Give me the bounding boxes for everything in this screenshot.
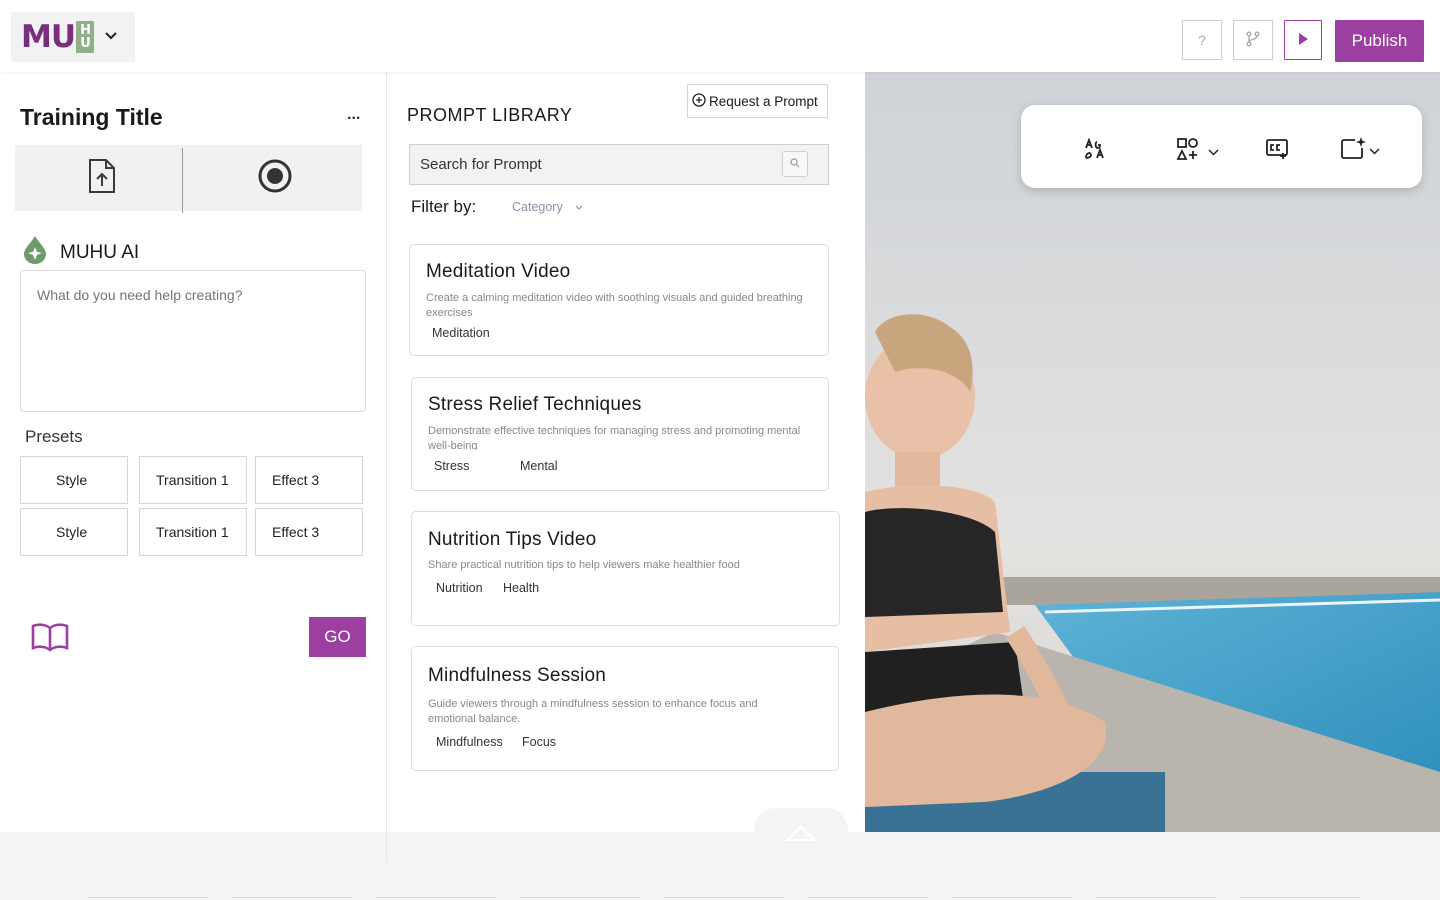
prompt-library-panel: PROMPT LIBRARY Request a Prompt Filter b…	[387, 72, 865, 832]
prompt-search-input[interactable]	[420, 156, 780, 173]
chevron-down-icon	[1369, 142, 1380, 160]
timeline-track	[520, 897, 640, 898]
prompt-card-tag: Mindfulness	[436, 735, 503, 749]
prompt-card-title: Nutrition Tips Video	[428, 529, 597, 550]
shapes-button[interactable]	[1176, 137, 1219, 166]
logo-mark-bottom: U	[80, 36, 91, 51]
prompt-card-tag: Nutrition	[436, 581, 483, 595]
timeline-area	[0, 832, 1440, 900]
more-options-button[interactable]: ...	[347, 106, 360, 124]
timeline-track	[952, 897, 1072, 898]
go-button[interactable]: GO	[309, 617, 366, 657]
expand-timeline-button[interactable]	[754, 808, 848, 863]
preset-effect-2[interactable]: Effect 3	[255, 508, 363, 556]
captions-button[interactable]	[1266, 138, 1288, 165]
text-style-button[interactable]	[1085, 137, 1107, 165]
video-preview[interactable]	[865, 72, 1440, 852]
preset-transition-2[interactable]: Transition 1	[139, 508, 247, 556]
prompt-library-title: PROMPT LIBRARY	[407, 105, 573, 125]
search-icon	[790, 155, 800, 173]
chevron-down-icon	[104, 28, 118, 46]
play-icon	[1296, 32, 1310, 49]
action-row	[15, 145, 363, 213]
chevron-down-icon	[1208, 143, 1219, 161]
captions-icon	[1266, 138, 1288, 165]
prompt-card-description: Demonstrate effective techniques for man…	[428, 425, 801, 450]
preset-transition-1[interactable]: Transition 1	[139, 456, 247, 504]
panel-divider	[386, 832, 387, 862]
record-button[interactable]	[189, 145, 363, 211]
chevron-down-icon	[563, 200, 583, 214]
preset-style-1[interactable]: Style	[20, 456, 128, 504]
training-title: Training Title	[20, 104, 163, 130]
timeline-track	[1096, 897, 1216, 898]
editor-toolbar	[1021, 105, 1422, 188]
top-bar: MU H U ? Publish	[0, 0, 1440, 72]
prompt-card[interactable]: Mindfulness Session Guide viewers throug…	[411, 646, 839, 771]
prompt-card[interactable]: Stress Relief Techniques Demonstrate eff…	[411, 377, 829, 491]
timeline-track	[88, 897, 208, 898]
left-panel: Training Title ... MUHU AI Pr	[0, 72, 386, 832]
request-prompt-button[interactable]: Request a Prompt	[687, 84, 828, 118]
prompt-search	[409, 144, 829, 185]
prompt-card-tag: Mental	[520, 459, 558, 473]
prompt-card-description: Guide viewers through a mindfulness sess…	[428, 698, 758, 725]
prompt-card[interactable]: Meditation Video Create a calming medita…	[409, 244, 829, 356]
branch-button[interactable]	[1233, 20, 1273, 60]
upload-file-button[interactable]	[15, 145, 189, 211]
category-label: Category	[512, 200, 563, 214]
timeline-track	[376, 897, 496, 898]
timeline-track	[232, 897, 352, 898]
prompt-card-tag: Focus	[522, 735, 557, 749]
ai-frame-button[interactable]	[1341, 136, 1380, 165]
logo: MU H U	[21, 19, 95, 55]
help-icon: ?	[1198, 32, 1206, 48]
ai-prompt-input[interactable]	[20, 270, 366, 412]
prompt-card-tag: Stress	[434, 459, 470, 473]
action-divider	[182, 148, 183, 213]
category-select[interactable]: Category	[512, 200, 583, 214]
branch-icon	[1245, 31, 1261, 50]
plus-circle-icon	[692, 92, 709, 110]
ai-label: MUHU AI	[60, 241, 140, 263]
preset-style-2[interactable]: Style	[20, 508, 128, 556]
chevron-up-icon	[784, 824, 818, 847]
request-prompt-label: Request a Prompt	[709, 93, 818, 109]
prompt-card-title: Meditation Video	[426, 261, 571, 282]
prompt-card-tag: Meditation	[432, 326, 490, 340]
prompt-card-title: Mindfulness Session	[428, 665, 607, 686]
shapes-icon	[1176, 137, 1200, 166]
book-icon[interactable]	[31, 622, 69, 657]
logo-text: MU	[21, 19, 76, 55]
prompt-card-title: Stress Relief Techniques	[428, 394, 642, 415]
upload-file-icon	[87, 158, 117, 199]
preview-image	[865, 72, 1440, 852]
presets-label: Presets	[25, 427, 83, 446]
timeline-track	[808, 897, 928, 898]
prompt-card-description: Create a calming meditation video with s…	[426, 292, 803, 317]
text-style-icon	[1085, 137, 1107, 165]
play-preview-button[interactable]	[1284, 20, 1322, 60]
search-button[interactable]	[782, 151, 808, 177]
timeline-track	[1240, 897, 1360, 898]
prompt-card-tag: Health	[503, 581, 540, 595]
filter-label: Filter by:	[411, 197, 477, 216]
record-icon	[257, 158, 293, 199]
preset-effect-1[interactable]: Effect 3	[255, 456, 363, 504]
ai-drop-icon	[22, 235, 48, 270]
prompt-card-description: Share practical nutrition tips to help v…	[428, 559, 740, 571]
prompt-card[interactable]: Nutrition Tips Video Share practical nut…	[411, 511, 840, 626]
logo-menu[interactable]: MU H U	[11, 12, 135, 62]
timeline-track	[664, 897, 784, 898]
ai-frame-icon	[1341, 136, 1367, 165]
ai-header: MUHU AI	[22, 235, 139, 270]
help-button[interactable]: ?	[1182, 20, 1222, 60]
logo-mark: H U	[76, 21, 95, 53]
publish-button[interactable]: Publish	[1335, 20, 1424, 62]
